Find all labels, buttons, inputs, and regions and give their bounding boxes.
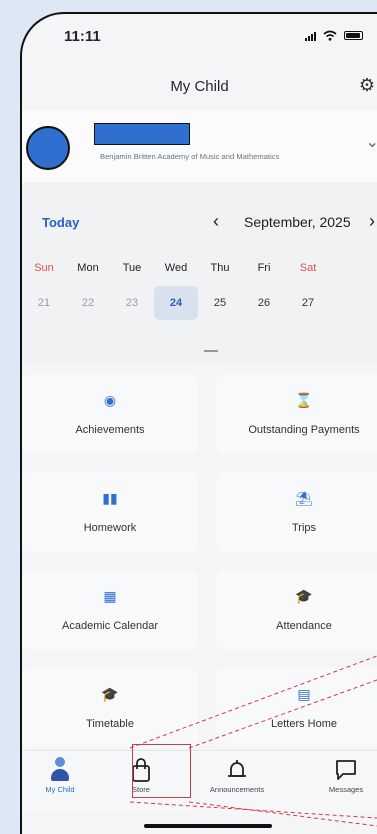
- weekday-label: Sun: [34, 262, 54, 274]
- tab-label: Messages: [328, 785, 364, 794]
- date-cell-selected[interactable]: 24: [154, 286, 198, 320]
- date-cell[interactable]: 25: [198, 286, 242, 320]
- store-highlight-box: [132, 744, 191, 798]
- document-icon: ▤: [297, 686, 311, 702]
- tile-timetable[interactable]: 🎓 Timetable: [22, 668, 198, 748]
- child-name-redacted: [94, 123, 190, 145]
- tile-trips[interactable]: ⛱ Trips: [216, 472, 377, 552]
- tab-label: My Child: [45, 785, 75, 794]
- tile-achievements[interactable]: ◉ Achievements: [22, 374, 198, 454]
- tile-label: Attendance: [276, 620, 332, 632]
- chevron-down-icon[interactable]: ⌄: [366, 132, 377, 152]
- tile-label: Outstanding Payments: [248, 424, 360, 436]
- tile-outstanding-payments[interactable]: ⌛ Outstanding Payments: [216, 374, 377, 454]
- tile-label: Letters Home: [270, 718, 338, 730]
- phone-frame: 11:11 My Child ⚙ Benjamin Britten Academ…: [20, 12, 377, 834]
- medal-icon: ◉: [103, 392, 117, 408]
- weekday-label: Fri: [257, 262, 271, 274]
- date-cell[interactable]: 22: [66, 286, 110, 320]
- weekday-label: Mon: [77, 262, 99, 274]
- calendar-icon: ▦: [103, 588, 117, 604]
- date-cell[interactable]: 26: [242, 286, 286, 320]
- status-time: 11:11: [64, 28, 101, 45]
- tab-bar: My Child Store Announcements Messages: [22, 750, 377, 815]
- signal-icon: [305, 31, 316, 41]
- hourglass-icon: ⌛: [295, 392, 313, 408]
- graduate-icon: 🎓: [101, 686, 119, 702]
- tab-my-child[interactable]: My Child: [30, 757, 90, 794]
- status-icons: [305, 30, 363, 41]
- tab-announcements[interactable]: Announcements: [207, 757, 267, 794]
- tile-label: Homework: [83, 522, 137, 534]
- tab-messages[interactable]: Messages: [316, 757, 376, 794]
- graduate-icon: 🎓: [295, 588, 313, 604]
- home-indicator: [144, 824, 272, 828]
- date-cell[interactable]: 21: [22, 286, 66, 320]
- tile-letters-home[interactable]: ▤ Letters Home: [216, 668, 377, 748]
- header: My Child ⚙: [22, 72, 377, 102]
- palm-tree-icon: ⛱: [295, 490, 313, 506]
- status-bar: 11:11: [22, 14, 377, 62]
- book-icon: ▮▮: [102, 490, 118, 506]
- weekday-label: Sat: [299, 262, 317, 274]
- school-name: Benjamin Britten Academy of Music and Ma…: [100, 152, 280, 161]
- avatar: [26, 126, 70, 170]
- date-row: 21 22 23 24 25 26 27: [22, 286, 377, 320]
- month-label: September, 2025: [244, 214, 351, 230]
- tile-label: Trips: [291, 522, 317, 534]
- chat-bubble-icon: [336, 760, 356, 780]
- bell-icon: [228, 760, 246, 777]
- person-icon: [49, 757, 71, 783]
- today-button[interactable]: Today: [42, 215, 79, 230]
- calendar-strip: Today ‹ September, 2025 › Sun Mon Tue We…: [22, 182, 377, 362]
- weekday-label: Wed: [164, 262, 188, 274]
- tile-academic-calendar[interactable]: ▦ Academic Calendar: [22, 570, 198, 650]
- tab-label: Announcements: [209, 785, 265, 794]
- drag-handle[interactable]: [204, 350, 218, 352]
- date-cell[interactable]: 27: [286, 286, 330, 320]
- wifi-icon: [323, 30, 337, 41]
- tile-label: Academic Calendar: [62, 620, 158, 632]
- gear-icon[interactable]: ⚙: [359, 75, 375, 96]
- child-selector[interactable]: Benjamin Britten Academy of Music and Ma…: [22, 110, 377, 182]
- weekday-label: Tue: [122, 262, 142, 274]
- page-title: My Child: [170, 78, 229, 95]
- tile-homework[interactable]: ▮▮ Homework: [22, 472, 198, 552]
- battery-icon: [344, 31, 363, 40]
- chevron-right-icon[interactable]: ›: [369, 211, 375, 232]
- chevron-left-icon[interactable]: ‹: [213, 211, 219, 232]
- weekday-row: Sun Mon Tue Wed Thu Fri Sat: [22, 262, 377, 274]
- tile-label: Achievements: [75, 424, 145, 436]
- tile-label: Timetable: [86, 718, 134, 730]
- date-cell[interactable]: 23: [110, 286, 154, 320]
- weekday-label: Thu: [210, 262, 230, 274]
- tile-attendance[interactable]: 🎓 Attendance: [216, 570, 377, 650]
